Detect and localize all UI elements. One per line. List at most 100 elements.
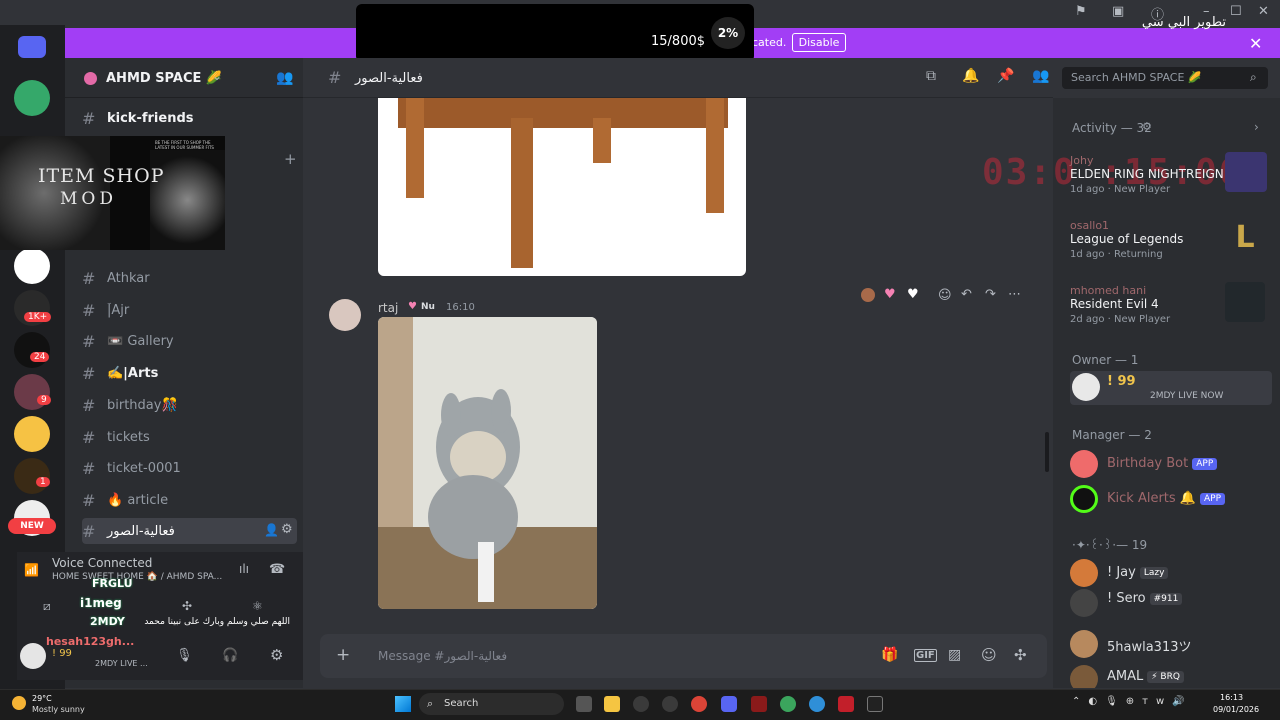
attach-plus-icon[interactable]: + bbox=[336, 645, 350, 665]
chevron-right-icon[interactable]: › bbox=[1254, 120, 1259, 134]
channel-item[interactable]: # birthday🎊 bbox=[82, 392, 297, 418]
voice-status[interactable]: Voice Connected bbox=[52, 556, 152, 570]
disconnect-icon[interactable]: ☎ bbox=[269, 562, 285, 577]
close-icon[interactable]: ✕ bbox=[1249, 34, 1263, 53]
window-close-icon[interactable]: ✕ bbox=[1258, 4, 1269, 19]
server-icon-small bbox=[84, 72, 97, 85]
avatar[interactable] bbox=[329, 299, 361, 331]
help-icon[interactable]: ⓘ bbox=[1151, 4, 1164, 23]
my-avatar[interactable] bbox=[20, 643, 46, 669]
microphone-icon[interactable]: 🎙 bbox=[176, 648, 193, 663]
member-item[interactable]: 5hawla313ツ bbox=[1070, 628, 1270, 662]
channel-item[interactable]: # ✍️|Arts bbox=[82, 360, 297, 386]
user-settings-icon[interactable]: ⚙ bbox=[270, 646, 283, 664]
add-reaction-icon[interactable]: ☺ bbox=[938, 288, 952, 303]
app-icon[interactable] bbox=[662, 696, 678, 712]
activity-user: Johy bbox=[1070, 154, 1094, 167]
add-member-icon[interactable]: 👤 bbox=[264, 523, 279, 537]
threads-icon[interactable]: ⧉ bbox=[926, 68, 936, 84]
discord-icon[interactable] bbox=[721, 696, 737, 712]
sticker-icon[interactable]: ▨ bbox=[948, 647, 961, 663]
chevron-down-icon[interactable]: ⌄ bbox=[212, 69, 222, 83]
tray-icons[interactable]: ⌃◐🎙⊕ᴛᴡ🔊 bbox=[1072, 696, 1193, 707]
clock-time[interactable]: 16:13 bbox=[1220, 693, 1243, 702]
member-item[interactable]: ! Jay Lazy bbox=[1070, 557, 1270, 591]
game-cover: L bbox=[1235, 220, 1255, 255]
channel-item[interactable]: # tickets bbox=[82, 424, 297, 450]
attachment-image[interactable] bbox=[378, 98, 746, 276]
emoji-icon[interactable]: ☺ bbox=[981, 646, 997, 664]
minimize-icon[interactable]: – bbox=[1203, 4, 1210, 19]
channel-item[interactable]: # 📼 Gallery bbox=[82, 328, 297, 354]
channel-item[interactable]: # ticket-0001 bbox=[82, 455, 297, 481]
weather-temp[interactable]: 29°C bbox=[32, 694, 52, 703]
apps-icon[interactable]: ✣ bbox=[1014, 646, 1027, 664]
activity-icon[interactable]: ✣ bbox=[182, 599, 192, 613]
clock-date: 09/01/2026 bbox=[1213, 705, 1260, 714]
channel-item-selected[interactable]: # فعالية-الصور 👤 ⚙ bbox=[82, 518, 297, 544]
app-icon[interactable] bbox=[780, 696, 796, 712]
reaction-icon[interactable] bbox=[861, 288, 875, 302]
app-icon[interactable] bbox=[809, 696, 825, 712]
server-icon[interactable] bbox=[14, 248, 50, 284]
activity-card[interactable]: Johy ELDEN RING NIGHTREIGN 1d ago · New … bbox=[1062, 148, 1272, 206]
channel-item[interactable]: #ؔ|Ajr bbox=[82, 297, 297, 323]
server-icon[interactable] bbox=[14, 416, 50, 452]
channel-item[interactable]: # kick-friends bbox=[82, 105, 297, 131]
server-name[interactable]: AHMD SPACE 🌽 bbox=[106, 71, 222, 86]
soundboard-icon[interactable]: ılı bbox=[239, 562, 249, 576]
soundboard-button-icon[interactable]: ⚛ bbox=[252, 599, 263, 613]
reply-icon[interactable]: ↶ bbox=[961, 287, 972, 302]
voice-location[interactable]: HOME SWEET HOME 🏠 / AHMD SPA... bbox=[52, 572, 222, 582]
member-item[interactable]: AMAL ⚡ BRQ bbox=[1070, 663, 1270, 688]
gear-icon[interactable]: ⚙ bbox=[1142, 120, 1152, 133]
member-item[interactable]: Birthday Bot APP bbox=[1070, 448, 1270, 482]
member-item[interactable]: ! 99 2MDY LIVE NOW bbox=[1070, 371, 1272, 405]
server-icon[interactable] bbox=[14, 332, 50, 368]
screen-share-icon[interactable]: ⧄ bbox=[43, 599, 51, 614]
pin-icon[interactable]: 📌 bbox=[997, 68, 1014, 84]
file-explorer-icon[interactable] bbox=[604, 696, 620, 712]
gear-icon[interactable]: ⚙ bbox=[281, 522, 293, 537]
gift-icon[interactable]: 🎁 bbox=[881, 647, 898, 663]
channel-item[interactable]: # Athkar bbox=[82, 265, 297, 291]
game-cover bbox=[1225, 152, 1267, 192]
task-view-icon[interactable] bbox=[576, 696, 592, 712]
app-icon[interactable] bbox=[751, 696, 767, 712]
channel-item[interactable]: # 🔥 article bbox=[82, 487, 297, 513]
headphones-icon[interactable]: 🎧 bbox=[222, 648, 238, 663]
member-item[interactable]: Kick Alerts 🔔 APP bbox=[1070, 483, 1270, 517]
inbox-icon[interactable]: ⚑ bbox=[1075, 4, 1087, 19]
app-icon[interactable] bbox=[633, 696, 649, 712]
white-heart-icon[interactable]: ♥ bbox=[907, 287, 919, 302]
app-icon[interactable] bbox=[867, 696, 883, 712]
gif-icon[interactable]: GIF bbox=[914, 649, 937, 662]
server-icon[interactable] bbox=[14, 80, 50, 116]
activity-card[interactable]: mhomed hani Resident Evil 4 2d ago · New… bbox=[1062, 278, 1272, 336]
scrollbar[interactable] bbox=[1045, 432, 1049, 472]
discord-home-icon[interactable] bbox=[18, 36, 46, 58]
my-username[interactable]: hesah123gh... bbox=[46, 635, 134, 648]
message-author[interactable]: rtaj bbox=[378, 301, 398, 315]
server-icon[interactable] bbox=[14, 458, 50, 494]
search-icon[interactable]: ⌕ bbox=[1250, 70, 1257, 85]
app-icon[interactable] bbox=[838, 696, 854, 712]
forward-icon[interactable]: ↷ bbox=[985, 287, 996, 302]
bell-icon[interactable]: 🔔 bbox=[962, 68, 979, 84]
invite-icon[interactable]: 👥 bbox=[276, 70, 293, 86]
attachment-image[interactable] bbox=[378, 317, 597, 609]
chrome-icon[interactable] bbox=[691, 696, 707, 712]
add-channel-icon[interactable]: + bbox=[284, 150, 297, 168]
activity-header[interactable]: Activity — 32 bbox=[1072, 121, 1152, 135]
member-item[interactable]: ! Sero #911 bbox=[1070, 587, 1270, 621]
activity-card[interactable]: osallo1 League of Legends 1d ago · Retur… bbox=[1062, 213, 1272, 271]
start-icon[interactable] bbox=[395, 696, 411, 712]
my-status: ! 99 bbox=[52, 648, 72, 659]
window-icon[interactable]: ▣ bbox=[1112, 4, 1124, 19]
members-icon[interactable]: 👥 bbox=[1032, 68, 1049, 84]
weather-icon[interactable] bbox=[12, 696, 26, 710]
maximize-icon[interactable]: ☐ bbox=[1230, 4, 1242, 19]
more-icon[interactable]: ⋯ bbox=[1008, 287, 1021, 302]
pink-heart-icon[interactable]: ♥ bbox=[884, 287, 896, 302]
taskbar-search[interactable] bbox=[419, 693, 564, 715]
